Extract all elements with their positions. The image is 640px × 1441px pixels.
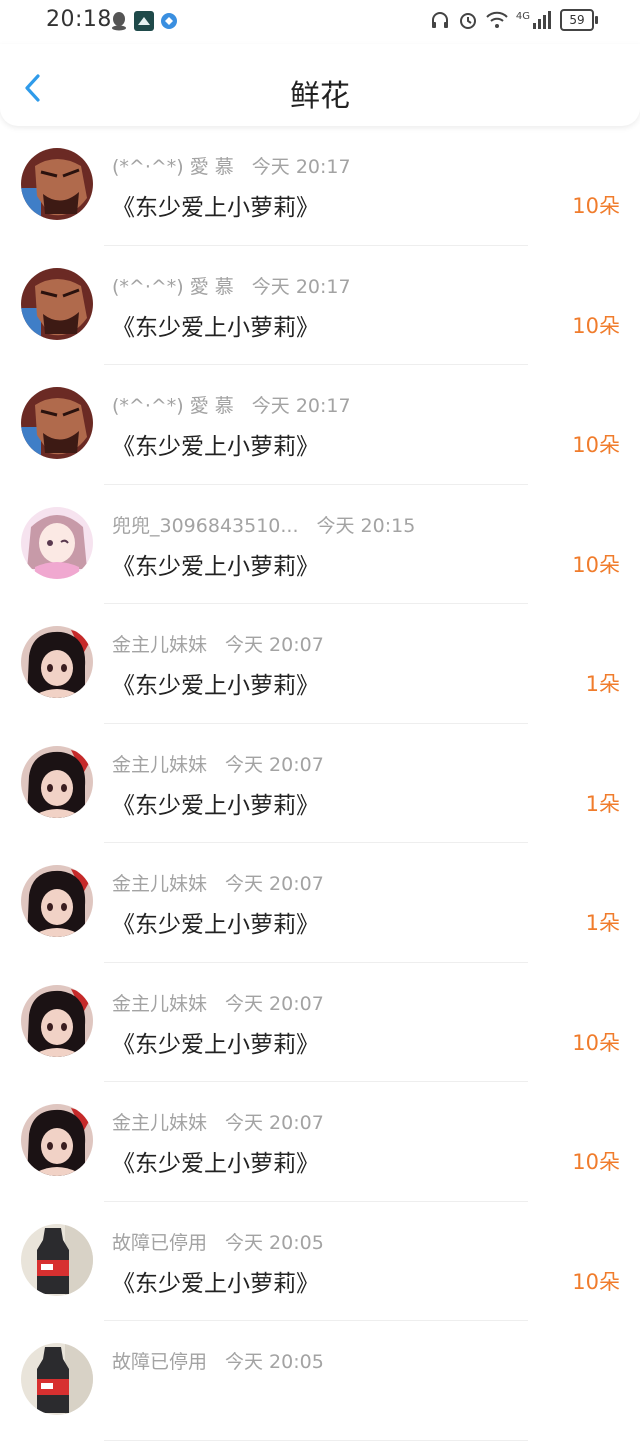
qq-icon — [112, 12, 126, 31]
timestamp: 今天 20:07 — [225, 873, 324, 895]
book-title[interactable]: 《东少爱上小萝莉》 — [112, 1264, 319, 1298]
user-name[interactable]: 故障已停用 — [112, 1351, 207, 1373]
timestamp: 今天 20:17 — [251, 395, 351, 417]
book-title[interactable]: 《东少爱上小萝莉》 — [112, 308, 319, 342]
item-meta: 故障已停用 今天 20:05 — [112, 1228, 324, 1255]
bottle-avatar[interactable] — [21, 1223, 93, 1296]
item-meta: 金主儿妹妹 今天 20:07 — [112, 1108, 324, 1135]
anime-girl-avatar[interactable] — [21, 984, 93, 1057]
item-meta: (*^·^*) 愛 慕今天 20:17 — [112, 391, 351, 418]
list-item[interactable]: 金主儿妹妹 今天 20:07 《东少爱上小萝莉》 10朵 — [0, 1082, 640, 1202]
user-name[interactable]: 金主儿妹妹 — [112, 873, 207, 895]
battery-icon: 59 — [560, 9, 598, 31]
flower-count: 1朵 — [585, 672, 620, 696]
timestamp: 今天 20:07 — [225, 634, 324, 656]
anime-girl-avatar[interactable] — [21, 865, 93, 937]
anime-girl-avatar[interactable] — [21, 1104, 93, 1176]
user-name[interactable]: 金主儿妹妹 — [112, 754, 207, 776]
list-item[interactable]: 金主儿妹妹 今天 20:07 《东少爱上小萝莉》 10朵 — [0, 963, 640, 1082]
book-title[interactable]: 《东少爱上小萝莉》 — [112, 1025, 319, 1059]
flower-count: 10朵 — [572, 194, 620, 218]
divider — [104, 1439, 528, 1441]
item-meta: 金主儿妹妹 今天 20:07 — [112, 989, 324, 1016]
user-name[interactable]: 兜兜_3096843510... — [112, 515, 299, 537]
timestamp: 今天 20:07 — [225, 992, 324, 1015]
user-name[interactable]: 金主儿妹妹 — [112, 993, 207, 1015]
flower-count: 10朵 — [572, 1150, 620, 1174]
flower-count: 10朵 — [572, 313, 620, 338]
man-avatar[interactable] — [21, 148, 93, 220]
status-bar: 20:18 4G 59 — [0, 0, 640, 44]
book-title[interactable]: 《东少爱上小萝莉》 — [112, 905, 319, 939]
user-name[interactable]: 金主儿妹妹 — [112, 1112, 207, 1134]
flower-count: 10朵 — [572, 1269, 620, 1294]
anime-girl-avatar[interactable] — [21, 745, 93, 818]
item-meta: 兜兜_3096843510... 今天 20:15 — [112, 511, 415, 538]
item-meta: (*^·^*) 愛 慕今天 20:17 — [112, 272, 351, 299]
item-meta: 金主儿妹妹 今天 20:07 — [112, 630, 324, 657]
user-name[interactable]: (*^·^*) 愛 慕 — [112, 276, 234, 298]
list-item[interactable]: 故障已停用 今天 20:05 《东少爱上小萝莉》 10朵 — [0, 1202, 640, 1321]
flower-count: 10朵 — [572, 552, 620, 577]
alarm-icon — [459, 13, 476, 29]
bottle-avatar[interactable] — [21, 1343, 93, 1415]
list-item[interactable]: 兜兜_3096843510... 今天 20:15 《东少爱上小萝莉》 10朵 — [0, 485, 640, 604]
man-avatar[interactable] — [21, 387, 93, 459]
timestamp: 今天 20:17 — [251, 275, 351, 298]
status-time: 20:18 — [46, 7, 112, 32]
headphones-icon — [431, 12, 448, 28]
anime-girl-avatar[interactable] — [21, 626, 93, 698]
browser-icon — [161, 13, 177, 29]
book-title[interactable]: 《东少爱上小萝莉》 — [112, 188, 319, 222]
book-title[interactable]: 《东少爱上小萝莉》 — [112, 427, 319, 461]
flower-count: 10朵 — [572, 1030, 620, 1055]
notification-icons — [110, 11, 178, 31]
book-title[interactable]: 《东少爱上小萝莉》 — [112, 786, 319, 820]
user-name[interactable]: (*^·^*) 愛 慕 — [112, 156, 234, 178]
item-meta: 故障已停用 今天 20:05 — [112, 1347, 324, 1374]
timestamp: 今天 20:07 — [225, 753, 324, 776]
flower-count: 1朵 — [585, 911, 620, 935]
list-item[interactable]: (*^·^*) 愛 慕今天 20:17 《东少爱上小萝莉》 10朵 — [0, 246, 640, 365]
network-type: 4G — [515, 10, 530, 22]
list-item[interactable]: 金主儿妹妹 今天 20:07 《东少爱上小萝莉》 1朵 — [0, 604, 640, 724]
timestamp: 今天 20:05 — [225, 1351, 324, 1373]
app-icon — [134, 11, 154, 31]
page-title: 鲜花 — [290, 79, 350, 114]
wifi-icon — [486, 11, 508, 28]
timestamp: 今天 20:07 — [225, 1112, 324, 1134]
system-icons: 4G 59 — [430, 9, 598, 31]
flower-count: 1朵 — [585, 791, 620, 816]
anime-pink-avatar[interactable] — [21, 506, 93, 579]
flower-count: 10朵 — [572, 433, 620, 457]
list-item[interactable]: (*^·^*) 愛 慕今天 20:17 《东少爱上小萝莉》 10朵 — [0, 126, 640, 246]
flower-list: (*^·^*) 愛 慕今天 20:17 《东少爱上小萝莉》 10朵 (*^·^*) … — [0, 126, 640, 1441]
item-meta: (*^·^*) 愛 慕今天 20:17 — [112, 152, 351, 179]
book-title[interactable]: 《东少爱上小萝莉》 — [112, 547, 319, 581]
item-meta: 金主儿妹妹 今天 20:07 — [112, 750, 324, 777]
book-title[interactable]: 《东少爱上小萝莉》 — [112, 1144, 319, 1178]
list-item[interactable]: (*^·^*) 愛 慕今天 20:17 《东少爱上小萝莉》 10朵 — [0, 365, 640, 485]
list-item[interactable]: 故障已停用 今天 20:05 — [0, 1321, 640, 1441]
list-item[interactable]: 金主儿妹妹 今天 20:07 《东少爱上小萝莉》 1朵 — [0, 843, 640, 963]
user-name[interactable]: 故障已停用 — [112, 1232, 207, 1254]
top-nav-bar: 鲜花 — [0, 44, 640, 126]
book-title[interactable]: 《东少爱上小萝莉》 — [112, 666, 319, 700]
user-name[interactable]: 金主儿妹妹 — [112, 634, 207, 656]
item-meta: 金主儿妹妹 今天 20:07 — [112, 869, 324, 896]
man-avatar[interactable] — [21, 267, 93, 340]
user-name[interactable]: (*^·^*) 愛 慕 — [112, 395, 234, 417]
list-item[interactable]: 金主儿妹妹 今天 20:07 《东少爱上小萝莉》 1朵 — [0, 724, 640, 843]
timestamp: 今天 20:05 — [225, 1231, 324, 1254]
timestamp: 今天 20:15 — [316, 514, 416, 537]
timestamp: 今天 20:17 — [251, 156, 351, 178]
signal-icon — [533, 11, 551, 29]
